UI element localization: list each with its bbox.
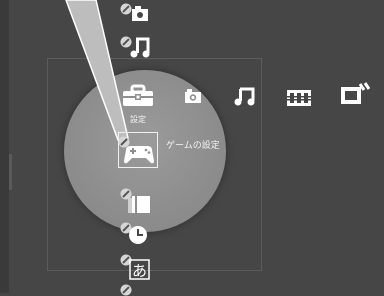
left-edge-panel xyxy=(0,0,9,293)
gamepad-icon[interactable] xyxy=(116,134,156,166)
music-settings-icon[interactable] xyxy=(118,33,152,59)
category-label-settings: 設定 xyxy=(130,115,146,124)
film-icon[interactable] xyxy=(286,89,312,107)
language-glyph: あ xyxy=(132,262,147,280)
clock-icon[interactable] xyxy=(118,220,152,246)
camera-settings-icon[interactable] xyxy=(118,0,152,24)
camera-icon[interactable] xyxy=(184,88,202,104)
language-icon[interactable]: あ xyxy=(118,252,152,280)
toolbox-icon[interactable] xyxy=(121,84,155,108)
game-icon[interactable] xyxy=(340,82,370,108)
left-edge-tab xyxy=(9,154,12,190)
game-settings-label: ゲームの設定 xyxy=(166,141,220,151)
settings-item-icon[interactable] xyxy=(118,284,138,296)
music-note-icon[interactable] xyxy=(233,86,257,106)
video-settings-icon[interactable] xyxy=(118,186,154,216)
